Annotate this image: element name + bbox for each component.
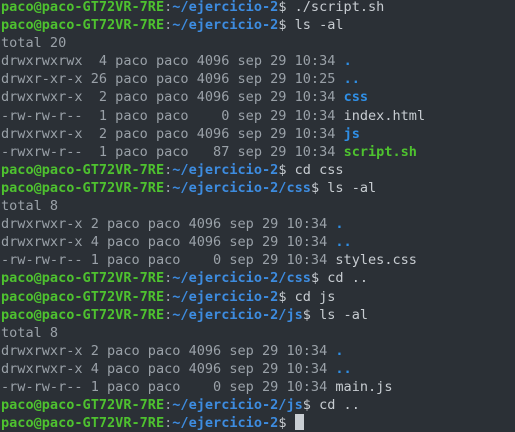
listing-meta: -rw-rw-r-- 1 paco paco 0 sep 29 10:34 (1, 252, 336, 269)
listing-row: drwxr-xr-x 26 paco paco 4096 sep 29 10:2… (1, 70, 515, 88)
command-text: cd css (286, 161, 344, 178)
command-text (286, 415, 294, 431)
listing-row: -rw-rw-r-- 1 paco paco 0 sep 29 10:34 ma… (1, 378, 515, 396)
prompt-user-host: paco@paco-GT72VR-7RE (1, 161, 165, 178)
listing-row: drwxrwxrwx 4 paco paco 4096 sep 29 10:34… (1, 52, 515, 70)
listing-meta: drwxrwxr-x 2 paco paco 4096 sep 29 10:34 (1, 342, 336, 359)
prompt-line: paco@paco-GT72VR-7RE:~/ejercicio-2$ cd j… (1, 288, 515, 306)
listing-meta: -rwxrw-r-- 1 paco paco 87 sep 29 10:34 (1, 143, 344, 160)
prompt-line: paco@paco-GT72VR-7RE:~/ejercicio-2/css$ … (1, 179, 515, 197)
prompt-user-host: paco@paco-GT72VR-7RE (1, 288, 165, 305)
listing-meta: drwxrwxr-x 4 paco paco 4096 sep 29 10:34 (1, 234, 336, 251)
listing-meta: -rw-rw-r-- 1 paco paco 0 sep 29 10:34 (1, 378, 336, 395)
listing-filename: .. (335, 360, 352, 377)
prompt-user-host: paco@paco-GT72VR-7RE (1, 179, 165, 196)
output-line: total 8 (1, 197, 515, 215)
prompt-user-host: paco@paco-GT72VR-7RE (1, 270, 165, 287)
listing-filename: styles.css (335, 252, 417, 269)
listing-filename: main.js (335, 378, 393, 395)
command-text: cd .. (319, 270, 369, 287)
listing-row: drwxrwxr-x 2 paco paco 4096 sep 29 10:34… (1, 125, 515, 143)
listing-filename: index.html (343, 107, 426, 124)
listing-meta: drwxr-xr-x 26 paco paco 4096 sep 29 10:2… (1, 71, 344, 88)
listing-filename: . (335, 342, 344, 359)
prompt-dollar: $ (302, 306, 311, 323)
listing-filename: . (335, 216, 344, 233)
command-text: ls -al (286, 17, 344, 34)
listing-row: drwxrwxr-x 2 paco paco 4096 sep 29 10:34… (1, 342, 515, 360)
output-text: total 20 (1, 35, 67, 52)
prompt-line: paco@paco-GT72VR-7RE:~/ejercicio-2$ ls -… (1, 16, 515, 34)
command-text: ls -al (319, 179, 377, 196)
listing-row: -rw-rw-r-- 1 paco paco 0 sep 29 10:34 in… (1, 107, 515, 125)
prompt-line: paco@paco-GT72VR-7RE:~/ejercicio-2$ cd c… (1, 161, 515, 179)
listing-meta: drwxrwxr-x 2 paco paco 4096 sep 29 10:34 (1, 89, 344, 106)
output-text: total 8 (1, 198, 59, 215)
command-text: ls -al (310, 306, 369, 323)
command-text: cd js (286, 288, 336, 305)
prompt-path: ~/ejercicio-2 (172, 288, 279, 305)
prompt-dollar: $ (310, 179, 320, 196)
output-line: total 8 (1, 324, 515, 342)
listing-row: drwxrwxr-x 4 paco paco 4096 sep 29 10:34… (1, 233, 515, 251)
prompt-path: ~/ejercicio-2 (172, 161, 279, 178)
listing-filename: script.sh (343, 143, 417, 160)
prompt-user-host: paco@paco-GT72VR-7RE (1, 397, 165, 414)
command-text: cd .. (310, 397, 360, 414)
prompt-path: ~/ejercicio-2 (172, 0, 279, 15)
prompt-path: ~/ejercicio-2/css (172, 179, 311, 196)
output-text: total 8 (1, 324, 59, 341)
terminal-output: paco@paco-GT72VR-7RE:~/ejercicio-2$ ./sc… (1, 0, 515, 432)
listing-filename: js (343, 125, 360, 142)
prompt-line: paco@paco-GT72VR-7RE:~/ejercicio-2$ (1, 414, 515, 432)
text-cursor[interactable] (294, 414, 304, 431)
prompt-path: ~/ejercicio-2/js (172, 306, 303, 323)
prompt-line: paco@paco-GT72VR-7RE:~/ejercicio-2/js$ c… (1, 396, 515, 414)
listing-row: drwxrwxr-x 2 paco paco 4096 sep 29 10:34… (1, 215, 515, 233)
prompt-dollar: $ (310, 270, 320, 287)
prompt-line: paco@paco-GT72VR-7RE:~/ejercicio-2/css$ … (1, 269, 515, 287)
prompt-path: ~/ejercicio-2 (172, 415, 279, 432)
listing-row: -rw-rw-r-- 1 paco paco 0 sep 29 10:34 st… (1, 251, 515, 269)
terminal-window[interactable]: paco@paco-GT72VR-7RE:~/ejercicio-2$ ./sc… (0, 0, 515, 431)
listing-meta: drwxrwxr-x 2 paco paco 4096 sep 29 10:34 (1, 216, 336, 233)
listing-row: drwxrwxr-x 2 paco paco 4096 sep 29 10:34… (1, 88, 515, 106)
output-line: total 20 (1, 34, 515, 52)
listing-meta: drwxrwxr-x 4 paco paco 4096 sep 29 10:34 (1, 360, 336, 377)
prompt-dollar: $ (302, 397, 311, 414)
prompt-path: ~/ejercicio-2/js (172, 397, 303, 414)
prompt-user-host: paco@paco-GT72VR-7RE (1, 0, 165, 15)
listing-row: drwxrwxr-x 4 paco paco 4096 sep 29 10:34… (1, 360, 515, 378)
prompt-line: paco@paco-GT72VR-7RE:~/ejercicio-2$ ./sc… (1, 0, 515, 16)
listing-filename: .. (335, 234, 352, 251)
listing-meta: drwxrwxrwx 4 paco paco 4096 sep 29 10:34 (1, 53, 344, 70)
command-text: ./script.sh (286, 0, 385, 15)
listing-filename: . (343, 53, 352, 70)
listing-meta: -rw-rw-r-- 1 paco paco 0 sep 29 10:34 (1, 107, 344, 124)
listing-filename: .. (343, 71, 360, 88)
prompt-user-host: paco@paco-GT72VR-7RE (1, 415, 165, 432)
prompt-line: paco@paco-GT72VR-7RE:~/ejercicio-2/js$ l… (1, 306, 515, 324)
listing-meta: drwxrwxr-x 2 paco paco 4096 sep 29 10:34 (1, 125, 344, 142)
listing-row: -rwxrw-r-- 1 paco paco 87 sep 29 10:34 s… (1, 143, 515, 161)
prompt-path: ~/ejercicio-2/css (172, 270, 311, 287)
prompt-user-host: paco@paco-GT72VR-7RE (1, 306, 165, 323)
listing-filename: css (343, 89, 369, 106)
prompt-user-host: paco@paco-GT72VR-7RE (1, 17, 165, 34)
prompt-path: ~/ejercicio-2 (172, 17, 279, 34)
